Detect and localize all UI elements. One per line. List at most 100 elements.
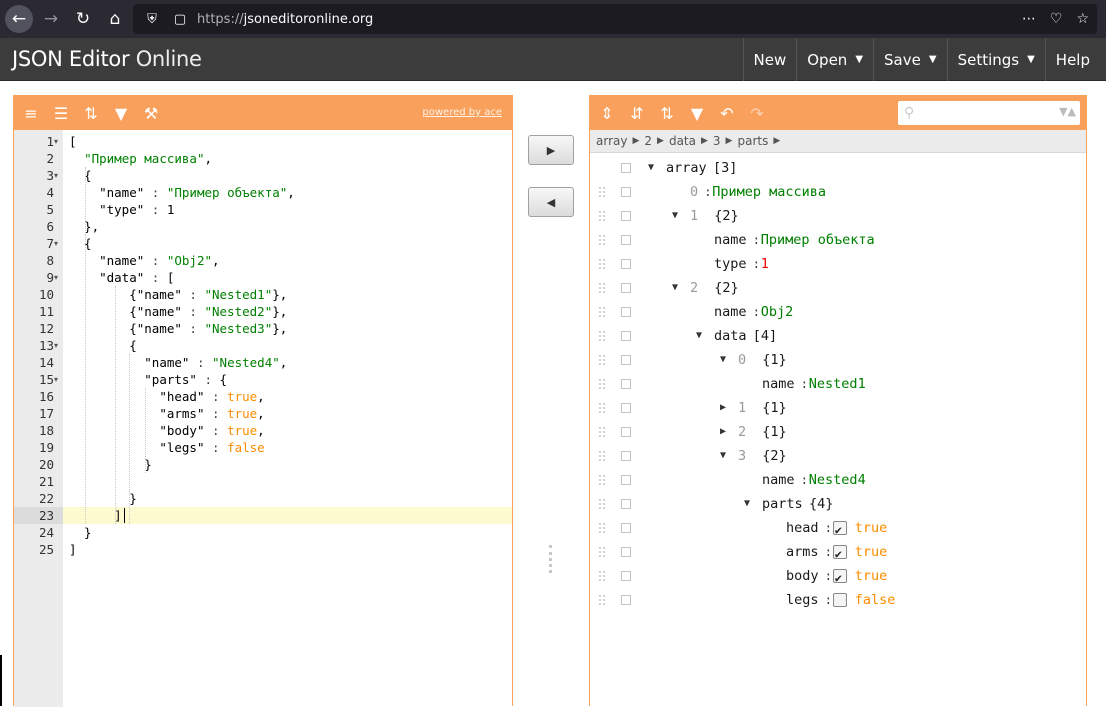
context-menu-icon[interactable]: [621, 331, 631, 341]
code-line[interactable]: "parts" : {: [69, 371, 518, 388]
boolean-checkbox[interactable]: [832, 518, 847, 542]
tree-value[interactable]: {1}: [762, 396, 786, 420]
context-menu-icon[interactable]: [621, 163, 631, 173]
tree-value[interactable]: {2}: [762, 444, 786, 468]
code-line[interactable]: {"name" : "Nested2"},: [69, 303, 518, 320]
drag-handle-icon[interactable]: [598, 402, 606, 414]
boolean-checkbox[interactable]: [832, 566, 847, 590]
expand-arrow-icon[interactable]: ▼: [744, 492, 750, 516]
context-menu-icon[interactable]: [621, 499, 631, 509]
filter-icon[interactable]: ▼: [682, 96, 712, 130]
context-menu-icon[interactable]: [621, 547, 631, 557]
tree-value[interactable]: true: [855, 564, 888, 588]
expand-arrow-icon[interactable]: ▼: [696, 324, 702, 348]
code-line[interactable]: "body" : true,: [69, 422, 518, 439]
expand-arrow-icon[interactable]: ▼: [672, 204, 678, 228]
tree-row[interactable]: ▼ array [3]: [590, 156, 1086, 180]
context-menu-icon[interactable]: [621, 571, 631, 581]
breadcrumb-item[interactable]: 2: [644, 134, 652, 148]
context-menu-icon[interactable]: [621, 523, 631, 533]
filter-icon[interactable]: ▼: [106, 96, 136, 130]
reload-icon[interactable]: ↻: [69, 5, 97, 33]
code-editor[interactable]: 1 ▾ 2 3 ▾ 4 5 6 7 ▾ 8 9 ▾ 10 11 12 13 ▾ 14 15 ▾ 16 17 18 19 20 21 2…: [14, 130, 512, 707]
tree-key[interactable]: name: [762, 468, 795, 492]
drag-handle-icon[interactable]: [598, 594, 606, 606]
tree-row[interactable]: body: true: [590, 564, 1086, 590]
context-menu-icon[interactable]: [621, 283, 631, 293]
tree-index[interactable]: 2: [690, 276, 698, 300]
tree-key[interactable]: body: [786, 564, 819, 588]
code-line[interactable]: }: [69, 456, 518, 473]
shield-icon[interactable]: ⛨: [143, 12, 161, 27]
fold-arrow-icon[interactable]: ▾: [54, 371, 58, 388]
code-line[interactable]: "head" : true,: [69, 388, 518, 405]
tree-value[interactable]: true: [855, 516, 888, 540]
tree-key[interactable]: data: [714, 324, 747, 348]
code-line[interactable]: ]: [69, 507, 518, 524]
drag-handle-icon[interactable]: [598, 210, 606, 222]
code-line[interactable]: "data" : [: [69, 269, 518, 286]
breadcrumb-item[interactable]: array: [596, 134, 627, 148]
expand-arrow-icon[interactable]: ▼: [720, 444, 726, 468]
drag-handle-icon[interactable]: [598, 186, 606, 198]
tree-row[interactable]: type:1: [590, 252, 1086, 276]
tree-value[interactable]: Nested1: [809, 372, 866, 396]
back-arrow-icon[interactable]: ←: [5, 5, 33, 33]
drag-handle-icon[interactable]: [598, 282, 606, 294]
fold-arrow-icon[interactable]: ▾: [54, 235, 58, 252]
code-line[interactable]: "Пример массива",: [69, 150, 518, 167]
tree-row[interactable]: legs: false: [590, 588, 1086, 612]
tree-row[interactable]: ▼ 3 {2}: [590, 444, 1086, 468]
context-menu-icon[interactable]: [621, 211, 631, 221]
undo-icon[interactable]: ↶: [712, 96, 742, 130]
menu-save[interactable]: Save ▼: [873, 38, 947, 81]
breadcrumb-arrow-icon[interactable]: ▶: [726, 136, 733, 146]
tree-row[interactable]: name: Obj2: [590, 300, 1086, 324]
drag-handle-icon[interactable]: [598, 498, 606, 510]
breadcrumb-item[interactable]: data: [669, 134, 696, 148]
tree-value[interactable]: 1: [761, 252, 769, 276]
code-line[interactable]: {"name" : "Nested1"},: [69, 286, 518, 303]
code-line[interactable]: "name" : "Obj2",: [69, 252, 518, 269]
breadcrumb-arrow-icon[interactable]: ▶: [632, 136, 639, 146]
drag-handle-icon[interactable]: [598, 546, 606, 558]
expand-arrow-icon[interactable]: ▼: [672, 276, 678, 300]
repair-wrench-icon[interactable]: ⚒: [136, 96, 166, 130]
tree-value[interactable]: {2}: [714, 204, 738, 228]
splitter-handle[interactable]: [549, 545, 552, 573]
url-text[interactable]: https://jsoneditoronline.org: [197, 12, 373, 27]
tree-row[interactable]: ▼ 0 {1}: [590, 348, 1086, 372]
tree-index[interactable]: 3: [738, 444, 746, 468]
context-menu-icon[interactable]: [621, 307, 631, 317]
tree-row[interactable]: ▶ 1 {1}: [590, 396, 1086, 420]
tree-row[interactable]: ▶ 2 {1}: [590, 420, 1086, 444]
tree-value[interactable]: {4}: [809, 492, 833, 516]
drag-handle-icon[interactable]: [598, 378, 606, 390]
tree-key[interactable]: name: [714, 300, 747, 324]
drag-handle-icon[interactable]: [598, 330, 606, 342]
menu-help[interactable]: Help: [1044, 38, 1106, 81]
copy-to-tree-button[interactable]: ▶: [528, 135, 574, 165]
code-line[interactable]: [: [69, 133, 518, 150]
fold-arrow-icon[interactable]: ▾: [54, 133, 58, 150]
tree-row[interactable]: name: Пример объекта: [590, 228, 1086, 252]
address-bar[interactable]: ⛨ ▢ https://jsoneditoronline.org ⋯ ♡ ☆: [133, 4, 1097, 34]
forward-arrow-icon[interactable]: →: [37, 5, 65, 33]
code-line[interactable]: {"name" : "Nested3"},: [69, 320, 518, 337]
context-menu-icon[interactable]: [621, 427, 631, 437]
expand-all-icon[interactable]: ⇕: [592, 96, 622, 130]
code-line[interactable]: {: [69, 337, 518, 354]
tree-row[interactable]: ▼ 1 {2}: [590, 204, 1086, 228]
code-line[interactable]: {: [69, 167, 518, 184]
tree-index[interactable]: 2: [738, 420, 746, 444]
tree-value[interactable]: Пример массива: [712, 180, 826, 204]
redo-icon[interactable]: ↷: [742, 96, 772, 130]
context-menu-icon[interactable]: [621, 595, 631, 605]
menu-new[interactable]: New: [742, 38, 797, 81]
lock-icon[interactable]: ▢: [171, 12, 189, 27]
tree-key[interactable]: legs: [786, 588, 819, 612]
sort-icon[interactable]: ⇅: [652, 96, 682, 130]
breadcrumb-item[interactable]: parts: [737, 134, 768, 148]
context-menu-icon[interactable]: [621, 355, 631, 365]
code-line[interactable]: },: [69, 218, 518, 235]
